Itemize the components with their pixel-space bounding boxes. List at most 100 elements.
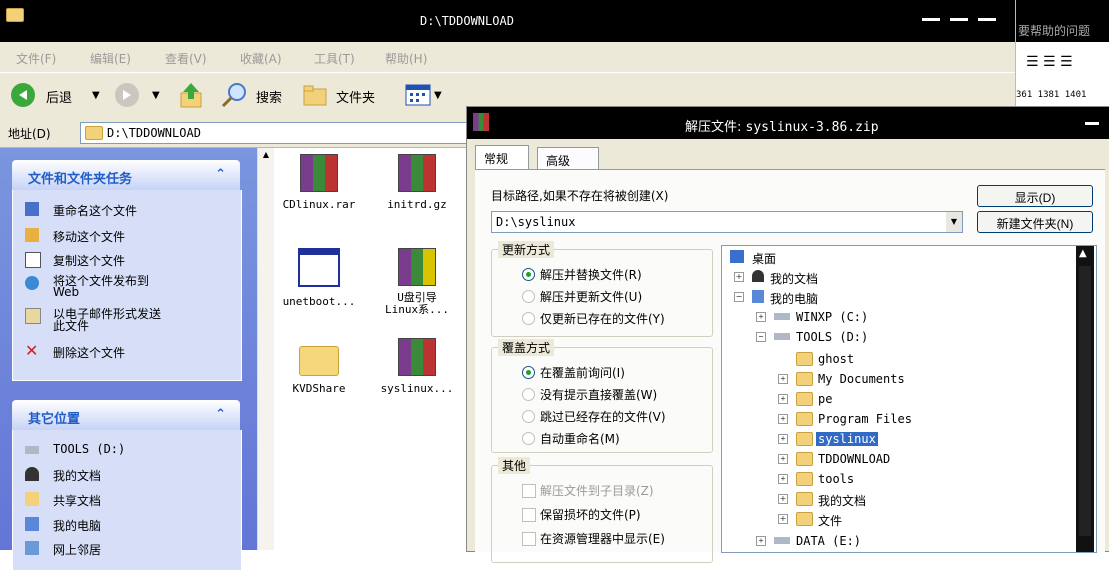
winrar-icon [300, 154, 338, 192]
target-path-label: 目标路径,如果不存在将被创建(X) [491, 189, 669, 203]
vertical-scrollbar[interactable]: ▲ [257, 148, 275, 550]
dialog-titlebar[interactable]: 解压文件: syslinux-3.86.zip [467, 107, 1109, 139]
menu-file[interactable]: 文件(F) [16, 50, 56, 67]
checkbox-extract-subdir[interactable] [522, 484, 536, 498]
installer-icon [398, 248, 436, 286]
target-path-input[interactable]: D:\syslinux ▼ [491, 211, 963, 233]
scroll-up-icon[interactable]: ▲ [260, 150, 272, 162]
show-button[interactable]: 显示(D) [977, 185, 1093, 207]
radio-extract-replace[interactable] [522, 268, 535, 281]
folder-icon [796, 412, 813, 426]
expand-icon: + [778, 374, 788, 384]
folder-icon [796, 392, 813, 406]
tab-advanced[interactable]: 高级 [537, 147, 599, 170]
menu-view[interactable]: 查看(V) [165, 50, 207, 67]
folder-icon [796, 372, 813, 386]
folder-icon [796, 452, 813, 466]
tasks-panel-header[interactable]: 文件和文件夹任务 ⌃ [12, 160, 240, 190]
close-icon[interactable] [1085, 122, 1099, 125]
overwrite-mode-title: 覆盖方式 [498, 339, 555, 356]
network-icon [25, 541, 39, 555]
new-folder-button[interactable]: 新建文件夹(N) [977, 211, 1093, 233]
folders-icon[interactable] [302, 83, 328, 107]
radio-skip-existing[interactable] [522, 410, 535, 423]
address-input[interactable]: D:\TDDOWNLOAD [80, 122, 482, 144]
views-icon[interactable] [405, 84, 431, 106]
radio-extract-update[interactable] [522, 290, 535, 303]
expand-icon: + [778, 434, 788, 444]
menu-edit[interactable]: 编辑(E) [90, 50, 131, 67]
radio-overwrite-silent[interactable] [522, 388, 535, 401]
views-dropdown-icon[interactable]: ▼ [434, 90, 442, 101]
winrar-icon [398, 154, 436, 192]
collapse-icon[interactable]: ⌃ [215, 167, 226, 182]
forward-dropdown-icon[interactable]: ▼ [152, 90, 160, 101]
rename-icon [25, 202, 39, 216]
dropdown-arrow-icon[interactable]: ▼ [946, 212, 962, 232]
folder-item[interactable]: KVDShare [274, 338, 364, 395]
radio-label: 解压并替换文件(R) [540, 268, 642, 282]
checkbox-keep-broken[interactable] [522, 508, 536, 522]
tab-general[interactable]: 常规 [475, 145, 529, 170]
folder-icon [796, 492, 813, 506]
folder-icon [299, 346, 339, 376]
menu-help[interactable]: 帮助(H) [385, 50, 427, 67]
checkbox-show-in-explorer[interactable] [522, 532, 536, 546]
menu-tools[interactable]: 工具(T) [314, 50, 355, 67]
folder-icon [796, 472, 813, 486]
tree-scrollbar[interactable]: ▲ [1076, 246, 1094, 552]
radio-label: 解压并更新文件(U) [540, 290, 643, 304]
expand-icon: + [756, 536, 766, 546]
close-icon[interactable] [978, 18, 996, 21]
extract-dialog: 解压文件: syslinux-3.86.zip 常规 高级 目标路径,如果不存在… [466, 106, 1109, 563]
folder-icon [796, 432, 813, 446]
radio-label: 跳过已经存在的文件(V) [540, 410, 666, 424]
radio-update-existing[interactable] [522, 312, 535, 325]
file-item[interactable]: unetboot... [274, 248, 364, 308]
help-search-text: 要帮助的问题 [1018, 22, 1091, 39]
scroll-up-icon[interactable]: ▲ [1079, 248, 1087, 259]
checkbox-label: 在资源管理器中显示(E) [540, 532, 665, 546]
collapse-icon: − [734, 292, 744, 302]
maximize-icon[interactable] [950, 18, 968, 21]
address-label: 地址(D) [8, 127, 51, 141]
drive-icon [25, 446, 39, 454]
search-button[interactable]: 搜索 [256, 87, 282, 106]
minimize-icon[interactable] [922, 18, 940, 21]
list-format-icon[interactable]: ☰ ☰ ☰ [1026, 54, 1073, 70]
folder-tree[interactable]: 桌面 + 我的文档 − 我的电脑 + WINXP (C:) − TOOLS (D:) g… [721, 245, 1097, 553]
expand-icon: + [734, 272, 744, 282]
places-panel-title: 其它位置 [28, 412, 81, 427]
folder-icon [85, 126, 103, 140]
explorer-titlebar[interactable]: D:\TDDOWNLOAD [0, 0, 1015, 42]
desktop-icon [730, 250, 744, 263]
places-panel-header[interactable]: 其它位置 ⌃ [12, 400, 240, 430]
shared-folder-icon [25, 492, 39, 506]
folders-button[interactable]: 文件夹 [336, 87, 375, 106]
radio-auto-rename[interactable] [522, 432, 535, 445]
search-icon[interactable] [220, 81, 248, 109]
file-item[interactable]: CDlinux.rar [274, 154, 364, 211]
radio-label: 仅更新已存在的文件(Y) [540, 312, 665, 326]
tasks-panel-title: 文件和文件夹任务 [28, 172, 133, 187]
back-dropdown-icon[interactable]: ▼ [92, 90, 100, 101]
radio-ask-before[interactable] [522, 366, 535, 379]
back-arrow-icon[interactable] [10, 82, 36, 108]
application-icon [298, 248, 340, 287]
file-item[interactable]: U盘引导 Linux系... [372, 248, 462, 316]
expand-icon: + [778, 394, 788, 404]
misc-title: 其他 [498, 457, 531, 474]
expand-icon: + [756, 312, 766, 322]
winrar-icon [398, 338, 436, 376]
forward-arrow-icon[interactable] [114, 82, 140, 108]
up-folder-icon[interactable] [178, 81, 204, 109]
back-button[interactable]: 后退 [46, 87, 72, 106]
scroll-thumb[interactable] [1079, 266, 1091, 536]
winrar-icon [473, 113, 489, 131]
collapse-icon[interactable]: ⌃ [215, 407, 226, 422]
tasks-panel-body: 重命名这个文件 移动这个文件 复制这个文件 将这个文件发布到 Web 以电子邮件… [12, 190, 242, 381]
file-item[interactable]: initrd.gz [372, 154, 462, 211]
file-item[interactable]: syslinux... [372, 338, 462, 395]
menu-favorites[interactable]: 收藏(A) [240, 50, 282, 67]
task-pane: 文件和文件夹任务 ⌃ 重命名这个文件 移动这个文件 复制这个文件 将这个文件发布… [0, 148, 257, 571]
